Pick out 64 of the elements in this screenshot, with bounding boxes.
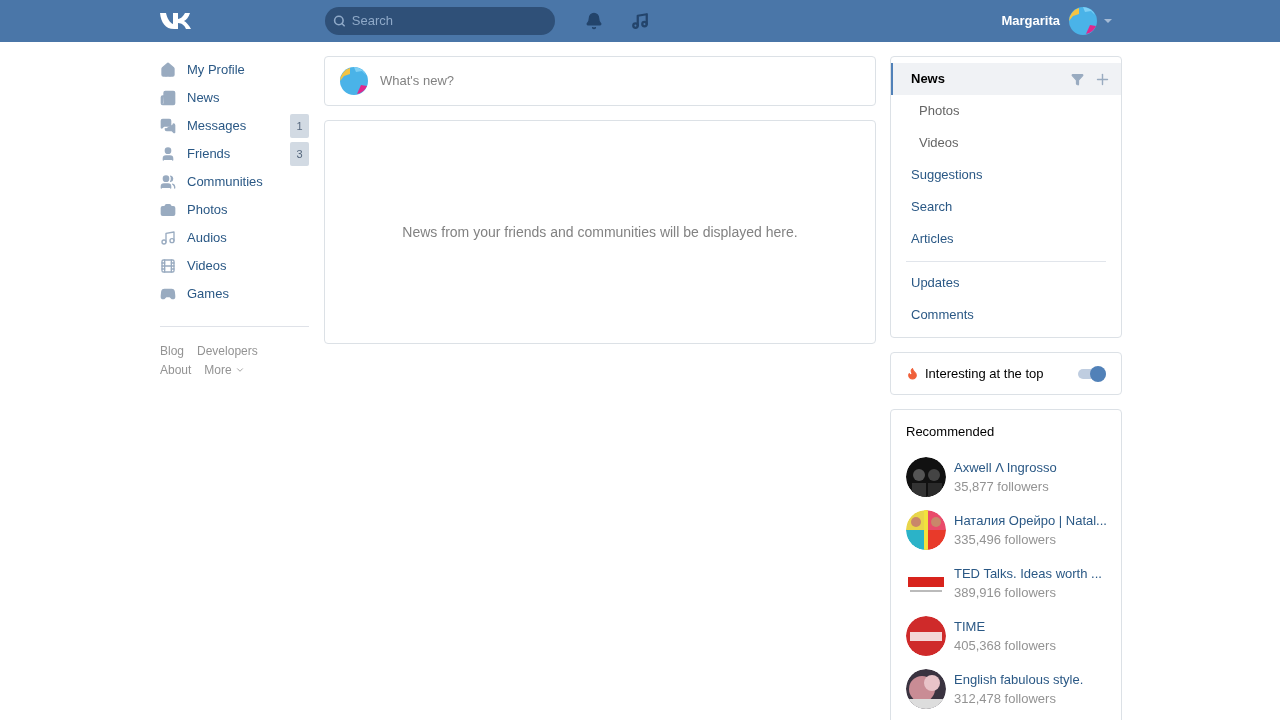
person-icon	[160, 146, 176, 162]
empty-feed-message: News from your friends and communities will be displayed here.	[402, 222, 798, 242]
menu-item[interactable]: Search	[891, 191, 1121, 223]
sidebar-item[interactable]: News	[160, 84, 309, 112]
gamepad-icon	[160, 286, 176, 302]
menu-item[interactable]: Articles	[891, 223, 1121, 255]
follower-count: 312,478 followers	[954, 690, 1057, 708]
home-icon	[160, 62, 176, 78]
flame-icon	[906, 367, 919, 380]
menu-item[interactable]: Comments	[891, 299, 1121, 331]
recommended-title: Recommended	[906, 423, 996, 441]
sidebar-item-label: Friends	[187, 145, 232, 164]
dropdown-caret-icon[interactable]	[1104, 19, 1112, 23]
composer-field[interactable]: What's new?	[324, 56, 876, 106]
sidebar-item[interactable]: Communities	[160, 168, 309, 196]
menu-item[interactable]: News	[891, 63, 1121, 95]
avatar-icon	[1069, 7, 1097, 35]
music-note-icon	[160, 230, 176, 246]
follower-count: 35,877 followers	[954, 478, 1050, 496]
follower-count: 405,368 followers	[954, 637, 1056, 655]
community-name[interactable]: Наталия Орейро | Natal...	[954, 511, 1107, 530]
chat-bubbles-icon	[160, 118, 176, 134]
composer-input[interactable]: What's new?	[380, 71, 860, 91]
count-badge: 3	[290, 142, 309, 166]
sidebar-item-label: Games	[187, 285, 230, 304]
sidebar-item-label: Communities	[187, 173, 264, 192]
sidebar-item-label: Messages	[187, 117, 248, 136]
notifications-icon[interactable]	[585, 12, 603, 30]
sidebar-item[interactable]: Audios	[160, 224, 309, 252]
community-name[interactable]: English fabulous style.	[954, 670, 1084, 689]
filter-icon[interactable]	[1071, 72, 1084, 86]
community-name[interactable]: TED Talks. Ideas worth ...	[954, 564, 1102, 583]
count-badge: 1	[290, 114, 309, 138]
logo-icon[interactable]	[160, 12, 193, 30]
community-name[interactable]: Axwell Λ Ingrosso	[954, 458, 1057, 477]
sidebar-item[interactable]: Videos	[160, 252, 309, 280]
menu-item[interactable]: Suggestions	[891, 159, 1121, 191]
toggle-switch[interactable]	[1078, 368, 1106, 379]
community-name[interactable]: TIME	[954, 617, 1056, 636]
search-input[interactable]: Search	[351, 11, 547, 31]
submenu-item[interactable]: Videos	[891, 127, 1121, 159]
sidebar-item-label: Audios	[187, 229, 228, 248]
music-icon[interactable]	[631, 12, 649, 30]
film-icon	[160, 258, 176, 274]
follower-count: 335,496 followers	[954, 531, 1057, 549]
avatar-icon	[340, 67, 368, 95]
search-icon	[333, 14, 346, 28]
search-field[interactable]: Search	[325, 7, 555, 35]
sidebar-item[interactable]: Photos	[160, 196, 309, 224]
toggle-label: Interesting at the top	[925, 364, 1045, 383]
menu-item[interactable]: Updates	[891, 267, 1121, 299]
submenu-item[interactable]: Photos	[891, 95, 1121, 127]
newspaper-icon	[160, 90, 176, 106]
user-name[interactable]: Margarita	[1001, 11, 1060, 31]
sidebar-item[interactable]: Games	[160, 280, 309, 308]
sidebar-item[interactable]: My Profile	[160, 56, 309, 84]
sidebar-item[interactable]: Friends 3	[160, 140, 309, 168]
sidebar-item-label: Photos	[187, 201, 229, 220]
sidebar-item-label: Videos	[187, 257, 228, 276]
sidebar-item-label: My Profile	[187, 61, 246, 80]
people-icon	[160, 174, 176, 190]
sidebar-item[interactable]: Messages 1	[160, 112, 309, 140]
follower-count: 389,916 followers	[954, 584, 1057, 602]
sidebar-item-label: News	[187, 89, 221, 108]
